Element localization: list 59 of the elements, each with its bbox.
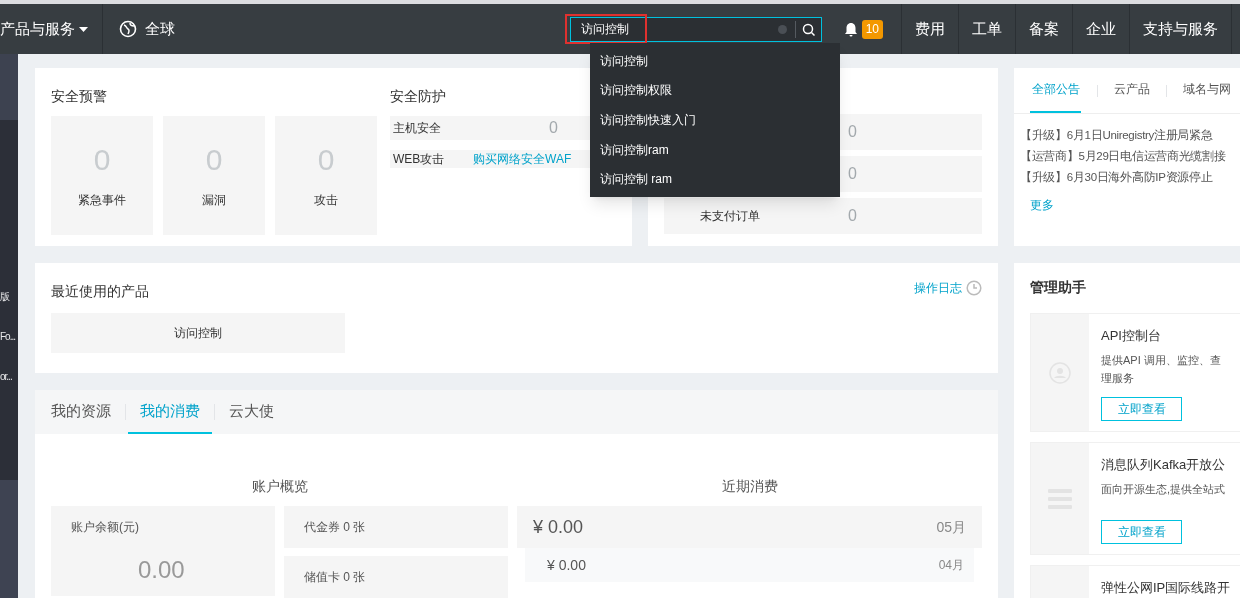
section-title: 安全防护 — [390, 87, 446, 106]
notice-link[interactable]: 【升级】6月30日海外高防IP资源停止 — [1020, 168, 1240, 186]
nav-link[interactable]: 费用 — [902, 4, 959, 54]
section-title: 账户概览 — [250, 477, 309, 496]
row-value: 0 — [549, 118, 558, 138]
card-title: 弹性公网IP国际线路开 — [1101, 579, 1231, 597]
row-value: 0 — [848, 122, 857, 142]
suggestion-item[interactable]: 访问控制 ram — [600, 170, 672, 189]
card-title: 消息队列Kafka开放公 — [1101, 456, 1226, 474]
nav-link[interactable]: 备案 — [1016, 4, 1073, 54]
sidebar-header — [0, 54, 18, 120]
bell-icon — [843, 21, 858, 37]
month-label: 05月 — [936, 517, 966, 537]
suggestion-item[interactable]: 访问控制 — [600, 51, 648, 70]
nav-link[interactable]: 支持与服务 — [1130, 4, 1232, 54]
card-description: 提供API 调用、监控、查 — [1101, 353, 1221, 368]
section-title: 管理助手 — [1030, 278, 1087, 297]
month-label: 04月 — [938, 557, 964, 574]
suggestion-item[interactable]: 访问控制快速入门 — [600, 111, 696, 129]
section-title: 最近使用的产品 — [51, 282, 149, 301]
card-description: 面向开源生态,提供全站式 — [1101, 482, 1226, 497]
suggestion-item[interactable]: 访问控制权限 — [600, 81, 672, 100]
voucher-tile: 代金券 0 张 — [284, 506, 508, 548]
card-description: 理服务 — [1101, 371, 1134, 386]
count-badge: 10 — [861, 19, 883, 39]
tab[interactable]: 我的资源 — [51, 390, 123, 434]
stat-label: 攻击 — [314, 192, 338, 209]
product-tile[interactable]: 访问控制 — [51, 313, 345, 353]
section-title: 安全预警 — [51, 87, 108, 106]
region-selector[interactable]: 全球 — [103, 4, 175, 54]
globe-icon — [119, 20, 137, 38]
nav-link[interactable]: 企业 — [1073, 4, 1130, 54]
balance-label: 账户余额(元) — [71, 519, 140, 536]
search-icon — [801, 22, 815, 36]
section-title: 近期消费 — [720, 477, 779, 496]
stat-label: 漏洞 — [202, 192, 226, 209]
row-label: 主机安全 — [393, 120, 442, 137]
card-title: API控制台 — [1101, 327, 1161, 345]
balance-value: 0.00 — [138, 555, 186, 585]
clock-icon — [966, 280, 982, 296]
notice-link[interactable]: 【运营商】5月29日电信运营商光缆割接 — [1020, 147, 1240, 165]
caret-icon — [79, 26, 88, 32]
row-label: WEB攻击 — [393, 151, 446, 168]
notice-link[interactable]: 【升级】6月1日Uniregistry注册局紧急 — [1020, 126, 1240, 144]
tab[interactable]: 域名与网 — [1183, 68, 1231, 113]
sidebar-item[interactable]: or... — [0, 368, 12, 386]
stored-card-tile: 储值卡 0 张 — [284, 556, 508, 598]
sidebar-item[interactable]: 版 — [0, 288, 9, 306]
nav-link[interactable]: 工单 — [959, 4, 1016, 54]
row-value: 0 — [848, 164, 857, 184]
tab[interactable]: 云产品 — [1114, 68, 1150, 113]
tab[interactable]: 云大使 — [217, 390, 286, 434]
row-value: 0 — [848, 206, 857, 226]
amount: ¥ 0.00 — [547, 555, 586, 575]
stat-label: 紧急事件 — [78, 192, 126, 209]
amount: ¥ 0.00 — [533, 515, 584, 539]
sidebar-item[interactable]: Fo... — [0, 328, 15, 346]
row-label: 未支付订单 — [699, 208, 761, 225]
suggestion-item[interactable]: 访问控制ram — [600, 140, 669, 159]
